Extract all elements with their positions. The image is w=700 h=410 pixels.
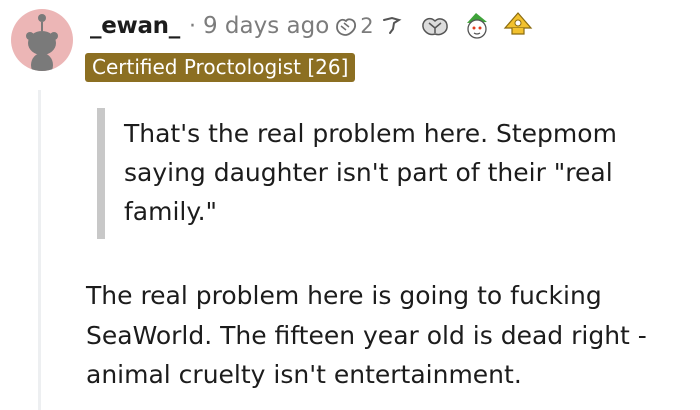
tinfoil-hat-award-icon: [503, 12, 532, 35]
comment-body: The real problem here is going to fuckin…: [86, 281, 647, 389]
award-hands[interactable]: 2: [333, 13, 374, 39]
hands-award-icon: [336, 18, 357, 36]
timestamp[interactable]: 9 days ago: [203, 13, 329, 39]
award-fist-bump[interactable]: [420, 12, 450, 40]
comment-header: _ewan_ · 9 days ago 2: [90, 10, 533, 42]
meta-separator: ·: [188, 13, 196, 39]
facepalm-award-icon: [382, 16, 402, 34]
blockquote-bar: [97, 108, 105, 239]
quoted-text: That's the real problem here. Stepmom sa…: [124, 119, 617, 226]
user-flair: Certified Proctologist [26]: [85, 53, 356, 82]
thread-collapse-line[interactable]: [38, 90, 41, 410]
username-link[interactable]: _ewan_: [90, 13, 180, 39]
avatar[interactable]: [11, 9, 73, 71]
fist-bump-award-icon: [421, 17, 448, 36]
award-count: 2: [360, 14, 374, 38]
award-snoo-elf[interactable]: [462, 11, 492, 41]
award-facepalm[interactable]: [380, 13, 404, 39]
award-tinfoil-hat[interactable]: [503, 11, 533, 41]
snoo-avatar-icon: [26, 14, 58, 71]
snoo-elf-award-icon: [466, 13, 487, 39]
